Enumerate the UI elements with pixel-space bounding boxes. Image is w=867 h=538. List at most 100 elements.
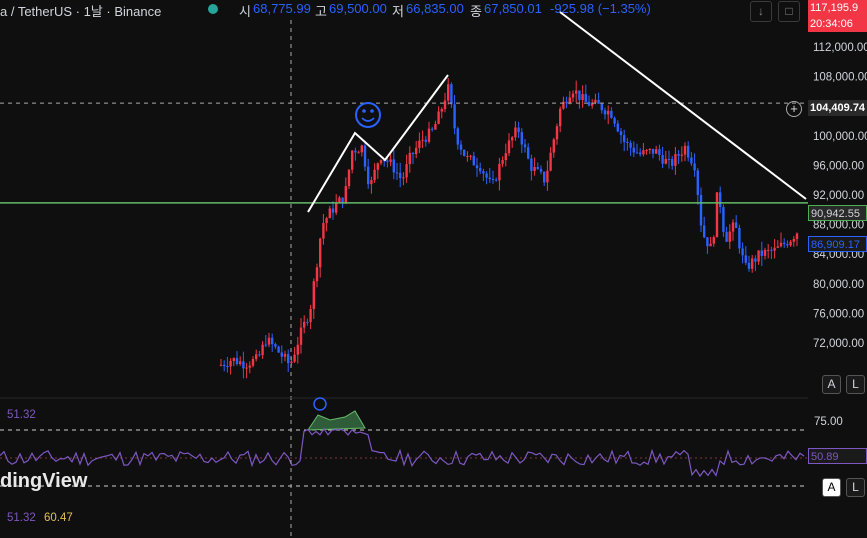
candle-body [354,150,357,153]
candle-body [725,231,728,242]
candle-body [520,132,523,145]
candle-body [722,207,725,232]
candle-body [424,139,427,142]
candle-body [677,154,680,156]
candle-body [623,135,626,142]
auto-scale-button[interactable]: A [822,375,841,394]
candle-body [440,109,443,112]
candle-body [453,104,456,129]
candle-body [690,157,693,164]
candle-body [386,160,389,162]
candle-body [488,177,491,180]
candle-body [571,93,575,98]
candle-body [693,163,696,171]
candle-body [277,346,280,353]
price-tick-label: 92,000.00 [813,190,864,202]
candle-body [443,100,447,110]
candle-body [543,171,546,183]
candle-body [325,218,328,224]
candle-body [600,103,603,111]
candle-body [795,233,799,240]
candle-body [731,222,735,232]
candle-body [328,208,331,219]
candle-body [709,243,712,247]
candle-body [507,140,511,154]
candle-body [303,321,306,328]
candle-body [786,244,789,246]
candle-body [616,123,619,132]
candle-body [754,258,757,262]
candle-body [517,127,520,133]
candle-body [370,180,373,185]
candle-body [437,111,440,124]
price-tick-label: 80,000.00 [813,279,864,291]
candle-body [283,354,287,357]
candle-body [264,344,267,346]
candle-body [322,223,325,239]
candle-body [667,158,671,160]
candle-body [299,327,303,345]
candle-body [271,337,274,345]
candle-body [613,117,616,124]
candle-body [315,267,319,282]
last-price-tag: 117,195.9 [808,0,867,16]
candle-body [626,141,629,143]
rsi-bottom-value-1: 51.32 [7,512,36,524]
candle-body [226,366,229,368]
candle-body [587,101,591,106]
candle-body [472,155,475,166]
candle-body [411,152,415,155]
candle-body [319,238,322,268]
candle-body [418,140,421,148]
candle-body [514,127,517,138]
candle-body [757,250,760,262]
candle-body [629,142,632,148]
plus-circle-icon[interactable]: + [786,101,802,117]
rsi-bottom-value-2: 60.47 [44,512,73,524]
resistance-trendline [559,11,807,200]
candle-body [747,262,751,269]
support-line-tag: 90,942.55 [808,205,867,221]
price-chart[interactable]: 112,000.00108,000.00104,000.00100,000.00… [0,0,867,538]
candle-body [658,149,661,155]
candle-body [642,150,645,155]
candle-body [312,281,315,309]
candle-body [559,108,562,127]
smiley-small-outline [313,397,327,411]
candle-body [427,128,431,142]
candle-body [635,152,639,154]
candle-body [232,358,235,362]
rsi-log-button[interactable]: L [846,478,865,497]
candle-body [261,344,264,356]
candle-body [450,84,453,105]
candle-body [235,358,239,365]
candle-body [408,152,411,165]
candle-body [779,242,783,247]
log-scale-button[interactable]: L [846,375,865,394]
candle-body [280,352,283,357]
smiley-eye [362,109,366,113]
candle-body [536,167,539,169]
candle-body [479,168,482,172]
candle-body [527,147,530,159]
candle-body [671,159,674,166]
candle-body [594,99,597,103]
rsi-auto-button[interactable]: A [822,478,841,497]
candle-body [258,354,261,356]
candle-body [773,247,776,251]
candle-body [456,128,459,145]
candle-body [242,361,245,369]
candle-body [767,249,770,251]
candle-body [239,361,242,365]
candle-body [776,246,779,248]
candle-body [552,139,555,153]
candle-body [491,179,495,181]
candle-body [274,344,277,347]
candle-body [434,123,437,130]
candle-body [415,147,418,155]
candle-body [223,364,226,367]
candle-body [421,139,424,141]
candle-body [376,163,379,170]
candle-body [373,169,376,181]
smiley-icon [355,102,381,128]
